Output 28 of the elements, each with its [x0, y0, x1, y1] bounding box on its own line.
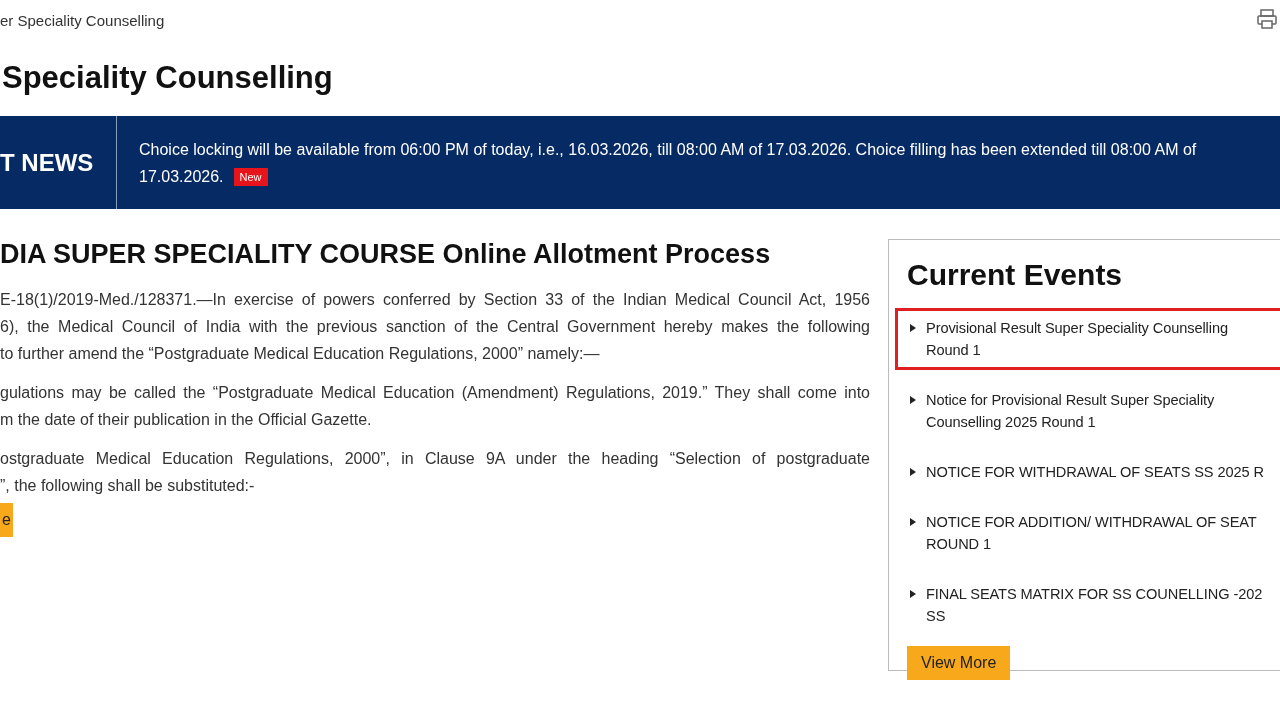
- news-label: T NEWS: [0, 148, 94, 177]
- event-item[interactable]: FINAL SEATS MATRIX FOR SS COUNELLING -202 SS: [895, 574, 1280, 636]
- print-icon[interactable]: [1256, 8, 1278, 30]
- news-text: 17.03.2026.: [139, 166, 224, 187]
- new-badge: New: [233, 167, 268, 186]
- view-more-button[interactable]: View More: [907, 646, 1011, 680]
- paragraph-line: ”, the following shall be substituted:-: [0, 476, 256, 496]
- page-title: Speciality Counselling: [2, 60, 334, 96]
- news-text: Choice locking will be available from 06:00 PM of today, i.e., 16.03.2026, till 08:00 AM of 17.03.2026. Choice filling has been extended till 08:00 AM of: [139, 139, 1197, 160]
- paragraph-line: E-18(1)/2019-Med./128371.—In exercise of powers conferred by Section 33 of the Indian Medical Council Act, 1956: [0, 290, 870, 310]
- triangle-icon: [910, 324, 916, 332]
- paragraph-line: 6), the Medical Council of India with the previous sanction of the Central Government hereby makes the following: [0, 317, 870, 337]
- triangle-icon: [910, 468, 916, 476]
- event-item[interactable]: NOTICE FOR ADDITION/ WITHDRAWAL OF SEAT ROUND 1: [895, 502, 1280, 564]
- triangle-icon: [910, 590, 916, 598]
- triangle-icon: [910, 518, 916, 526]
- triangle-icon: [910, 396, 916, 404]
- event-item[interactable]: Provisional Result Super Speciality Counselling Round 1: [895, 308, 1280, 370]
- paragraph-line: m the date of their publication in the Official Gazette.: [0, 410, 373, 430]
- read-more-button[interactable]: e: [0, 503, 13, 537]
- section-heading: DIA SUPER SPECIALITY COURSE Online Allotment Process: [0, 239, 772, 270]
- paragraph-line: ostgraduate Medical Education Regulations, 2000”, in Clause 9A under the heading “Selection of postgraduate: [0, 449, 870, 469]
- event-item[interactable]: Notice for Provisional Result Super Speciality Counselling 2025 Round 1: [895, 380, 1280, 442]
- event-item[interactable]: NOTICE FOR WITHDRAWAL OF SEATS SS 2025 R: [895, 452, 1280, 492]
- paragraph-line: gulations may be called the “Postgraduate Medical Education (Amendment) Regulations, 2019.” They shall come into: [0, 383, 870, 403]
- panel-title: Current Events: [907, 258, 1124, 292]
- breadcrumb: er Speciality Counselling: [0, 11, 165, 29]
- paragraph-line: to further amend the “Postgraduate Medical Education Regulations, 2000” namely:—: [0, 344, 601, 364]
